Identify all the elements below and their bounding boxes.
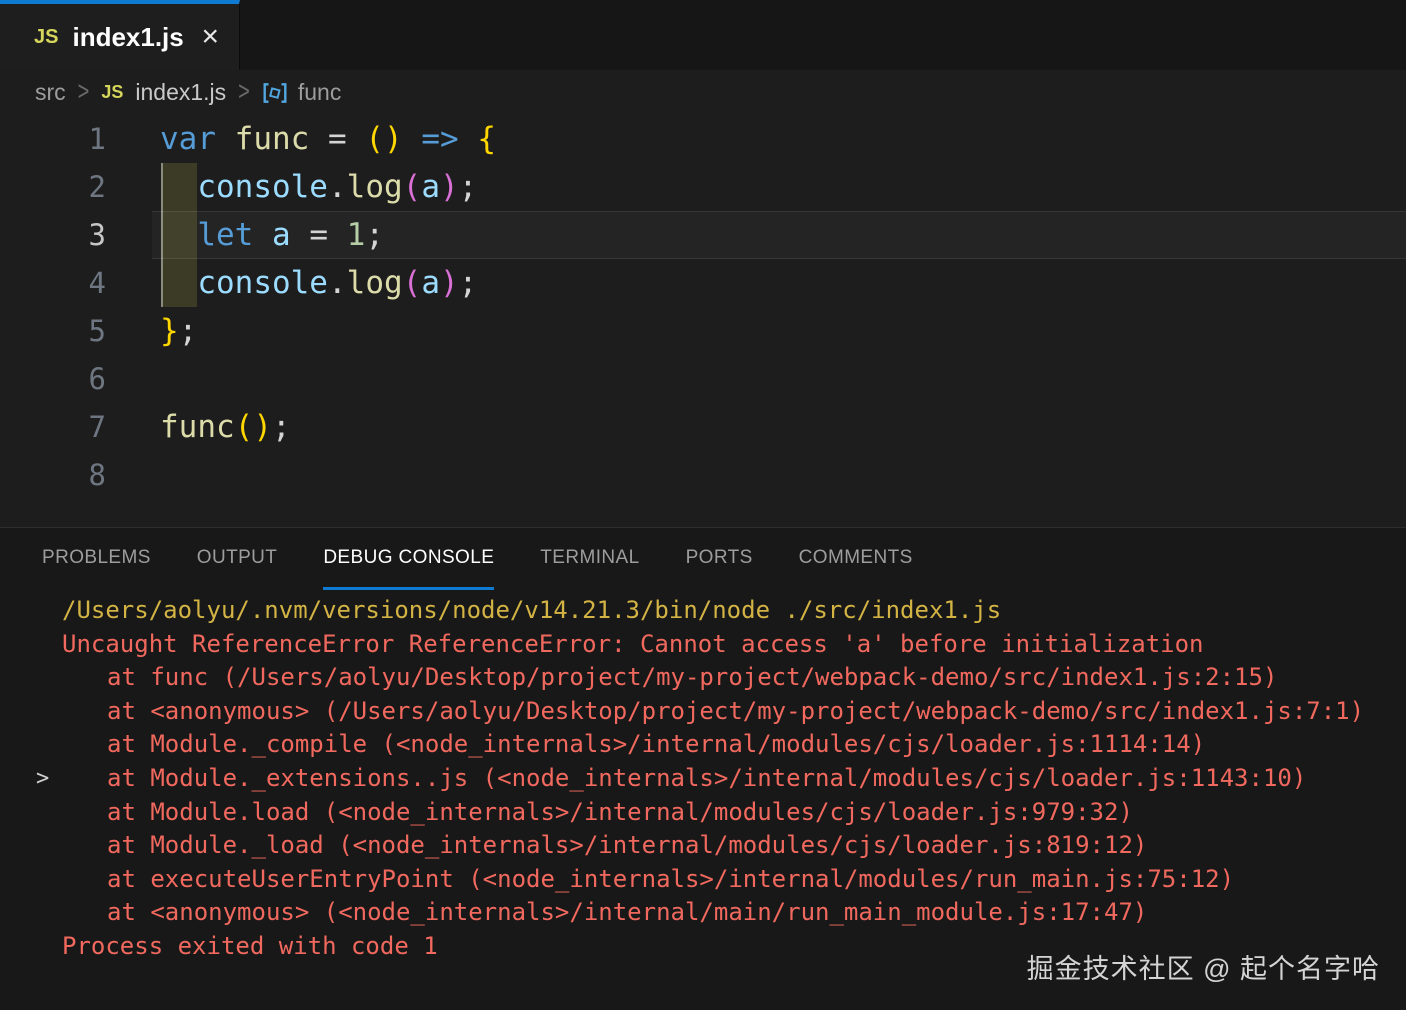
line-number[interactable]: 2 xyxy=(0,170,106,204)
console-line[interactable]: at <anonymous> (<node_internals>/interna… xyxy=(0,896,1406,930)
breadcrumb-folder[interactable]: src xyxy=(35,79,66,106)
panel-tab-problems[interactable]: PROBLEMS xyxy=(42,528,151,590)
panel-tab-terminal[interactable]: TERMINAL xyxy=(540,528,639,590)
console-text: at executeUserEntryPoint (<node_internal… xyxy=(107,865,1234,893)
panel-tab-bar: PROBLEMS OUTPUT DEBUG CONSOLE TERMINAL PORTS… xyxy=(0,528,1406,590)
editor-tab-bar: JS index1.js × xyxy=(0,0,1406,70)
js-file-icon: JS xyxy=(34,26,58,49)
console-line[interactable]: at executeUserEntryPoint (<node_internal… xyxy=(0,863,1406,897)
console-text: at <anonymous> (<node_internals>/interna… xyxy=(107,898,1147,926)
console-text: Process exited with code 1 xyxy=(62,932,438,960)
console-line[interactable]: at Module._load (<node_internals>/intern… xyxy=(0,829,1406,863)
breadcrumb-symbol[interactable]: func xyxy=(298,79,341,106)
code-editor[interactable]: 1var func = () => {2 console.log(a);3 le… xyxy=(0,115,1406,527)
line-number[interactable]: 6 xyxy=(0,362,106,396)
console-text: /Users/aolyu/.nvm/versions/node/v14.21.3… xyxy=(62,596,1001,624)
panel-tab-debug-console[interactable]: DEBUG CONSOLE xyxy=(323,528,494,590)
code-text: let a = 1; xyxy=(106,217,384,253)
console-text: at <anonymous> (/Users/aolyu/Desktop/pro… xyxy=(107,697,1364,725)
console-text: at Module._load (<node_internals>/intern… xyxy=(107,831,1147,859)
console-line: Uncaught ReferenceError ReferenceError: … xyxy=(0,628,1406,662)
close-icon[interactable]: × xyxy=(201,22,219,52)
code-line-1[interactable]: 1var func = () => { xyxy=(0,115,1406,163)
line-number[interactable]: 1 xyxy=(0,122,106,156)
panel-tab-ports[interactable]: PORTS xyxy=(686,528,753,590)
code-line-5[interactable]: 5}; xyxy=(0,307,1406,355)
debug-console-output: /Users/aolyu/.nvm/versions/node/v14.21.3… xyxy=(0,590,1406,1010)
chevron-right-icon: > xyxy=(78,77,90,108)
breadcrumb-file[interactable]: index1.js xyxy=(135,79,226,106)
expand-chevron-icon[interactable]: > xyxy=(36,762,49,796)
code-text: console.log(a); xyxy=(106,169,477,205)
line-number[interactable]: 4 xyxy=(0,266,106,300)
console-line[interactable]: at Module._compile (<node_internals>/int… xyxy=(0,728,1406,762)
symbol-variable-icon xyxy=(262,80,288,106)
console-line[interactable]: at <anonymous> (/Users/aolyu/Desktop/pro… xyxy=(0,695,1406,729)
console-line: Process exited with code 1 xyxy=(0,930,1406,964)
console-text: at func (/Users/aolyu/Desktop/project/my… xyxy=(107,663,1277,691)
code-line-6[interactable]: 6 xyxy=(0,355,1406,403)
line-number[interactable]: 8 xyxy=(0,458,106,492)
tab-label: index1.js xyxy=(72,22,187,53)
line-number[interactable]: 7 xyxy=(0,410,106,444)
console-text: Uncaught ReferenceError ReferenceError: … xyxy=(62,630,1204,658)
console-text: at Module.load (<node_internals>/interna… xyxy=(107,798,1133,826)
panel-tab-output[interactable]: OUTPUT xyxy=(197,528,278,590)
chevron-right-icon: > xyxy=(238,77,250,108)
console-line[interactable]: at Module.load (<node_internals>/interna… xyxy=(0,796,1406,830)
code-text: console.log(a); xyxy=(106,265,477,301)
bottom-panel: PROBLEMS OUTPUT DEBUG CONSOLE TERMINAL PORTS… xyxy=(0,527,1406,1010)
line-number[interactable]: 3 xyxy=(0,218,106,252)
breadcrumb: src > JS index1.js > func xyxy=(0,70,1406,115)
code-line-2[interactable]: 2 console.log(a); xyxy=(0,163,1406,211)
code-line-7[interactable]: 7func(); xyxy=(0,403,1406,451)
panel-tab-comments[interactable]: COMMENTS xyxy=(799,528,913,590)
js-file-icon: JS xyxy=(101,82,123,103)
console-text: at Module._extensions..js (<node_interna… xyxy=(107,764,1306,792)
code-line-8[interactable]: 8 xyxy=(0,451,1406,499)
line-number[interactable]: 5 xyxy=(0,314,106,348)
code-line-3[interactable]: 3 let a = 1; xyxy=(0,211,1406,259)
console-line[interactable]: > at Module._extensions..js (<node_intern… xyxy=(0,762,1406,796)
console-line: /Users/aolyu/.nvm/versions/node/v14.21.3… xyxy=(0,594,1406,628)
vscode-window: JS index1.js × src > JS index1.js > func… xyxy=(0,0,1406,1010)
tab-index1-js[interactable]: JS index1.js × xyxy=(0,0,240,70)
code-text: }; xyxy=(106,313,197,349)
console-text: at Module._compile (<node_internals>/int… xyxy=(107,730,1205,758)
code-text: var func = () => { xyxy=(106,121,496,157)
code-text: func(); xyxy=(106,409,291,445)
code-line-4[interactable]: 4 console.log(a); xyxy=(0,259,1406,307)
console-line[interactable]: at func (/Users/aolyu/Desktop/project/my… xyxy=(0,661,1406,695)
